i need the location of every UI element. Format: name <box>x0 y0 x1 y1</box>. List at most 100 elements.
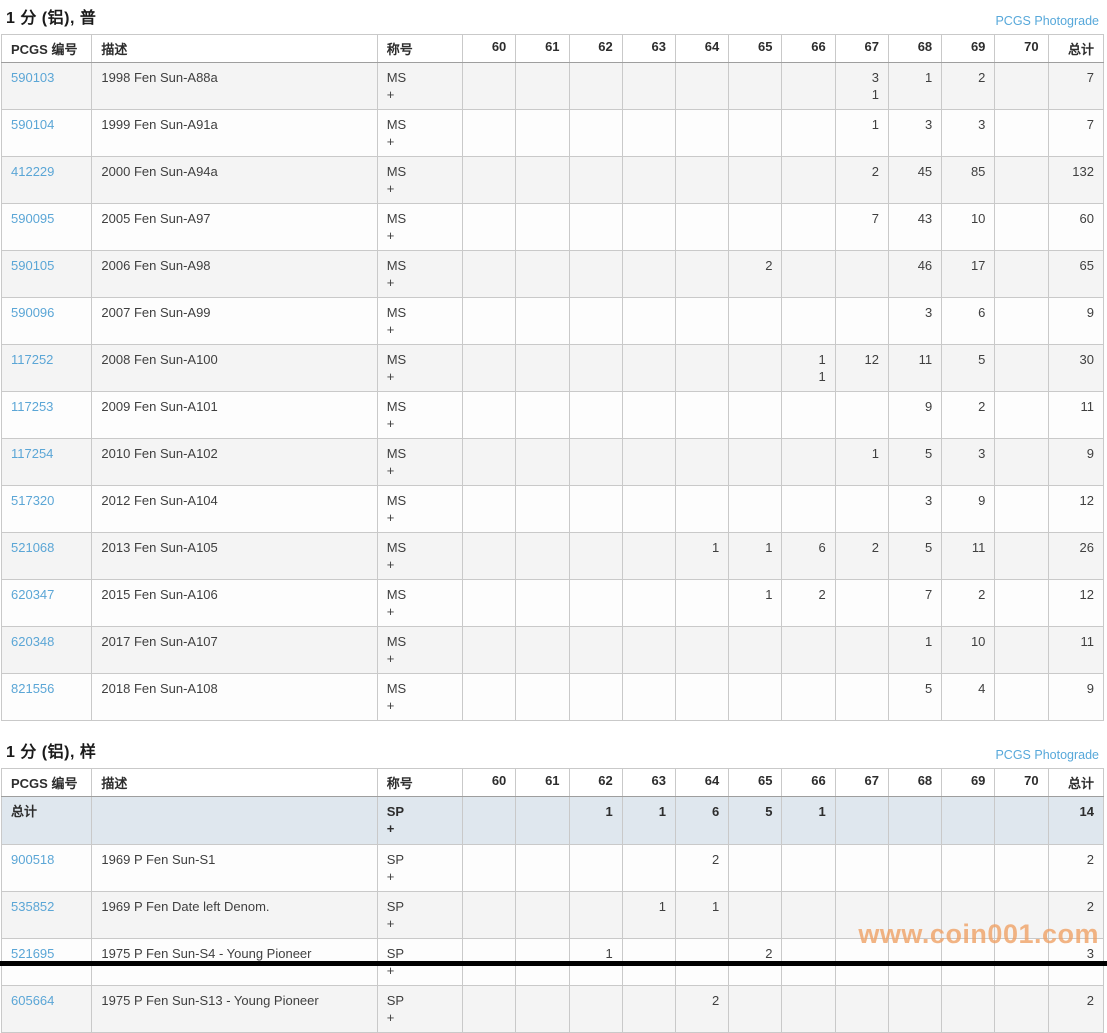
pcgs-number-cell: 517320 <box>0 485 93 533</box>
pcgs-number-link[interactable]: 821556 <box>11 681 54 696</box>
cell-line: 3 <box>924 305 933 320</box>
grade-cell-63 <box>621 844 677 892</box>
grade-cell-65: 1 <box>728 579 783 627</box>
grade-cell-70 <box>994 579 1049 627</box>
pcgs-number-link[interactable]: 900518 <box>11 852 54 867</box>
grade-cell-67 <box>834 485 889 533</box>
grade-cell-66 <box>781 985 836 1033</box>
grade-cell-62 <box>568 579 623 627</box>
pcgs-number-link[interactable]: 521068 <box>11 540 54 555</box>
pcgs-number-cell: 412229 <box>0 156 93 204</box>
pcgs-number-cell: 590095 <box>0 203 93 251</box>
cell-line: 3 <box>871 70 879 85</box>
pcgs-number-link[interactable]: 117253 <box>11 399 53 414</box>
pcgs-number-link[interactable]: 517320 <box>11 493 54 508</box>
grade-cell-62 <box>568 626 623 674</box>
pcgs-number-link[interactable]: 620347 <box>11 587 54 602</box>
cell-line: 6 <box>712 804 720 819</box>
cell-line: 6 <box>818 540 826 555</box>
grade-cell-63 <box>621 579 677 627</box>
designation-cell: MS + <box>376 532 464 580</box>
cell-line: 2 <box>978 399 986 414</box>
cell-line: 6 <box>978 305 986 320</box>
cell-line: 3 <box>978 446 986 461</box>
cell-line: 5 <box>765 804 773 819</box>
grade-cell-64 <box>674 109 730 157</box>
grade-cell-67 <box>834 796 889 845</box>
pcgs-number-link[interactable]: 590103 <box>11 70 54 85</box>
pcgs-number-link[interactable]: 590104 <box>11 117 54 132</box>
total-cell: 60 <box>1047 203 1105 251</box>
cell-line: 9 <box>978 493 986 508</box>
pcgs-number-link[interactable]: 535852 <box>11 899 54 914</box>
grade-cell-68: 3 <box>887 485 943 533</box>
cell-line: MS <box>386 258 407 273</box>
table-body: 总计 SP +1 1 6 5 1 14 900518 1969 P Fen Sun-S1 SP +2 2… <box>0 796 1105 1033</box>
description-cell: 1969 P Fen Date left Denom. <box>91 891 378 939</box>
grade-cell-66 <box>781 485 836 533</box>
grade-cell-67 <box>834 891 889 939</box>
grade-cell-64 <box>674 673 730 721</box>
grade-cell-68: 45 <box>887 156 943 204</box>
cell-line: 3 <box>924 117 933 132</box>
table-row: 605664 1975 P Fen Sun-S13 - Young Pioneer… <box>0 985 1105 1033</box>
grade-cell-63 <box>621 391 677 439</box>
description-cell: 2008 Fen Sun-A100 <box>91 344 378 392</box>
grade-cell-65 <box>728 673 783 721</box>
description-cell: 1969 P Fen Sun-S1 <box>91 844 378 892</box>
grade-cell-63 <box>621 438 677 486</box>
grade-cell-63: 1 <box>621 796 677 845</box>
pcgs-number-link[interactable]: 412229 <box>11 164 54 179</box>
grade-cell-64: 1 <box>674 891 730 939</box>
grade-cell-66 <box>781 297 836 345</box>
cell-line: 1 <box>765 540 773 555</box>
grade-cell-64 <box>674 485 730 533</box>
pcgs-number-link[interactable]: 620348 <box>11 634 54 649</box>
cell-line: 1 <box>924 70 933 85</box>
pcgs-number-link[interactable]: 590096 <box>11 305 54 320</box>
description-cell: 1998 Fen Sun-A88a <box>91 62 378 110</box>
grade-cell-66 <box>781 156 836 204</box>
cell-line: 1 <box>712 899 720 914</box>
grade-cell-66: 2 <box>781 579 836 627</box>
pcgs-number-link[interactable]: 590105 <box>11 258 54 273</box>
table-row: 590096 2007 Fen Sun-A99 MS +3 6 9 <box>0 297 1105 345</box>
grade-cell-64: 6 <box>674 796 730 845</box>
pcgs-number-link[interactable]: 605664 <box>11 993 54 1008</box>
cell-line: 5 <box>924 540 933 555</box>
cell-line: 2 <box>712 852 720 867</box>
pcgs-number-link[interactable]: 590095 <box>11 211 54 226</box>
pcgs-photograde-link[interactable]: PCGS Photograde <box>995 748 1099 762</box>
grade-cell-68: 46 <box>887 250 943 298</box>
section-head: 1 分 (铝), 样 PCGS Photograde <box>0 734 1107 768</box>
summary-row: 总计 SP +1 1 6 5 1 14 <box>0 796 1105 845</box>
grade-cell-60 <box>462 250 517 298</box>
grade-cell-64: 2 <box>674 985 730 1033</box>
cell-line: + <box>386 181 395 196</box>
grade-cell-60 <box>462 391 517 439</box>
grade-cell-60 <box>462 62 517 110</box>
grade-cell-62 <box>568 891 623 939</box>
cell-line: 2 <box>765 946 773 961</box>
pcgs-number-link[interactable]: 117254 <box>11 446 53 461</box>
cell-line: 11 <box>918 352 933 367</box>
grade-cell-62 <box>568 109 623 157</box>
pcgs-number-cell: 590096 <box>0 297 93 345</box>
grade-cell-70 <box>994 250 1049 298</box>
cell-line: + <box>386 651 395 666</box>
cell-line: MS <box>386 540 407 555</box>
pcgs-number-link[interactable]: 521695 <box>11 946 54 961</box>
grade-cell-66 <box>781 844 836 892</box>
column-header: 60 <box>462 768 517 797</box>
pcgs-number-link[interactable]: 117252 <box>11 352 53 367</box>
total-cell: 30 <box>1047 344 1105 392</box>
pcgs-photograde-link[interactable]: PCGS Photograde <box>995 14 1099 28</box>
grade-cell-64 <box>674 203 730 251</box>
grade-cell-70 <box>994 109 1049 157</box>
grade-cell-67 <box>834 250 889 298</box>
grade-cell-63 <box>621 344 677 392</box>
pcgs-number-cell: 821556 <box>0 673 93 721</box>
pcgs-number-cell: 535852 <box>0 891 93 939</box>
designation-cell: SP + <box>376 891 464 939</box>
grade-cell-60 <box>462 796 517 845</box>
